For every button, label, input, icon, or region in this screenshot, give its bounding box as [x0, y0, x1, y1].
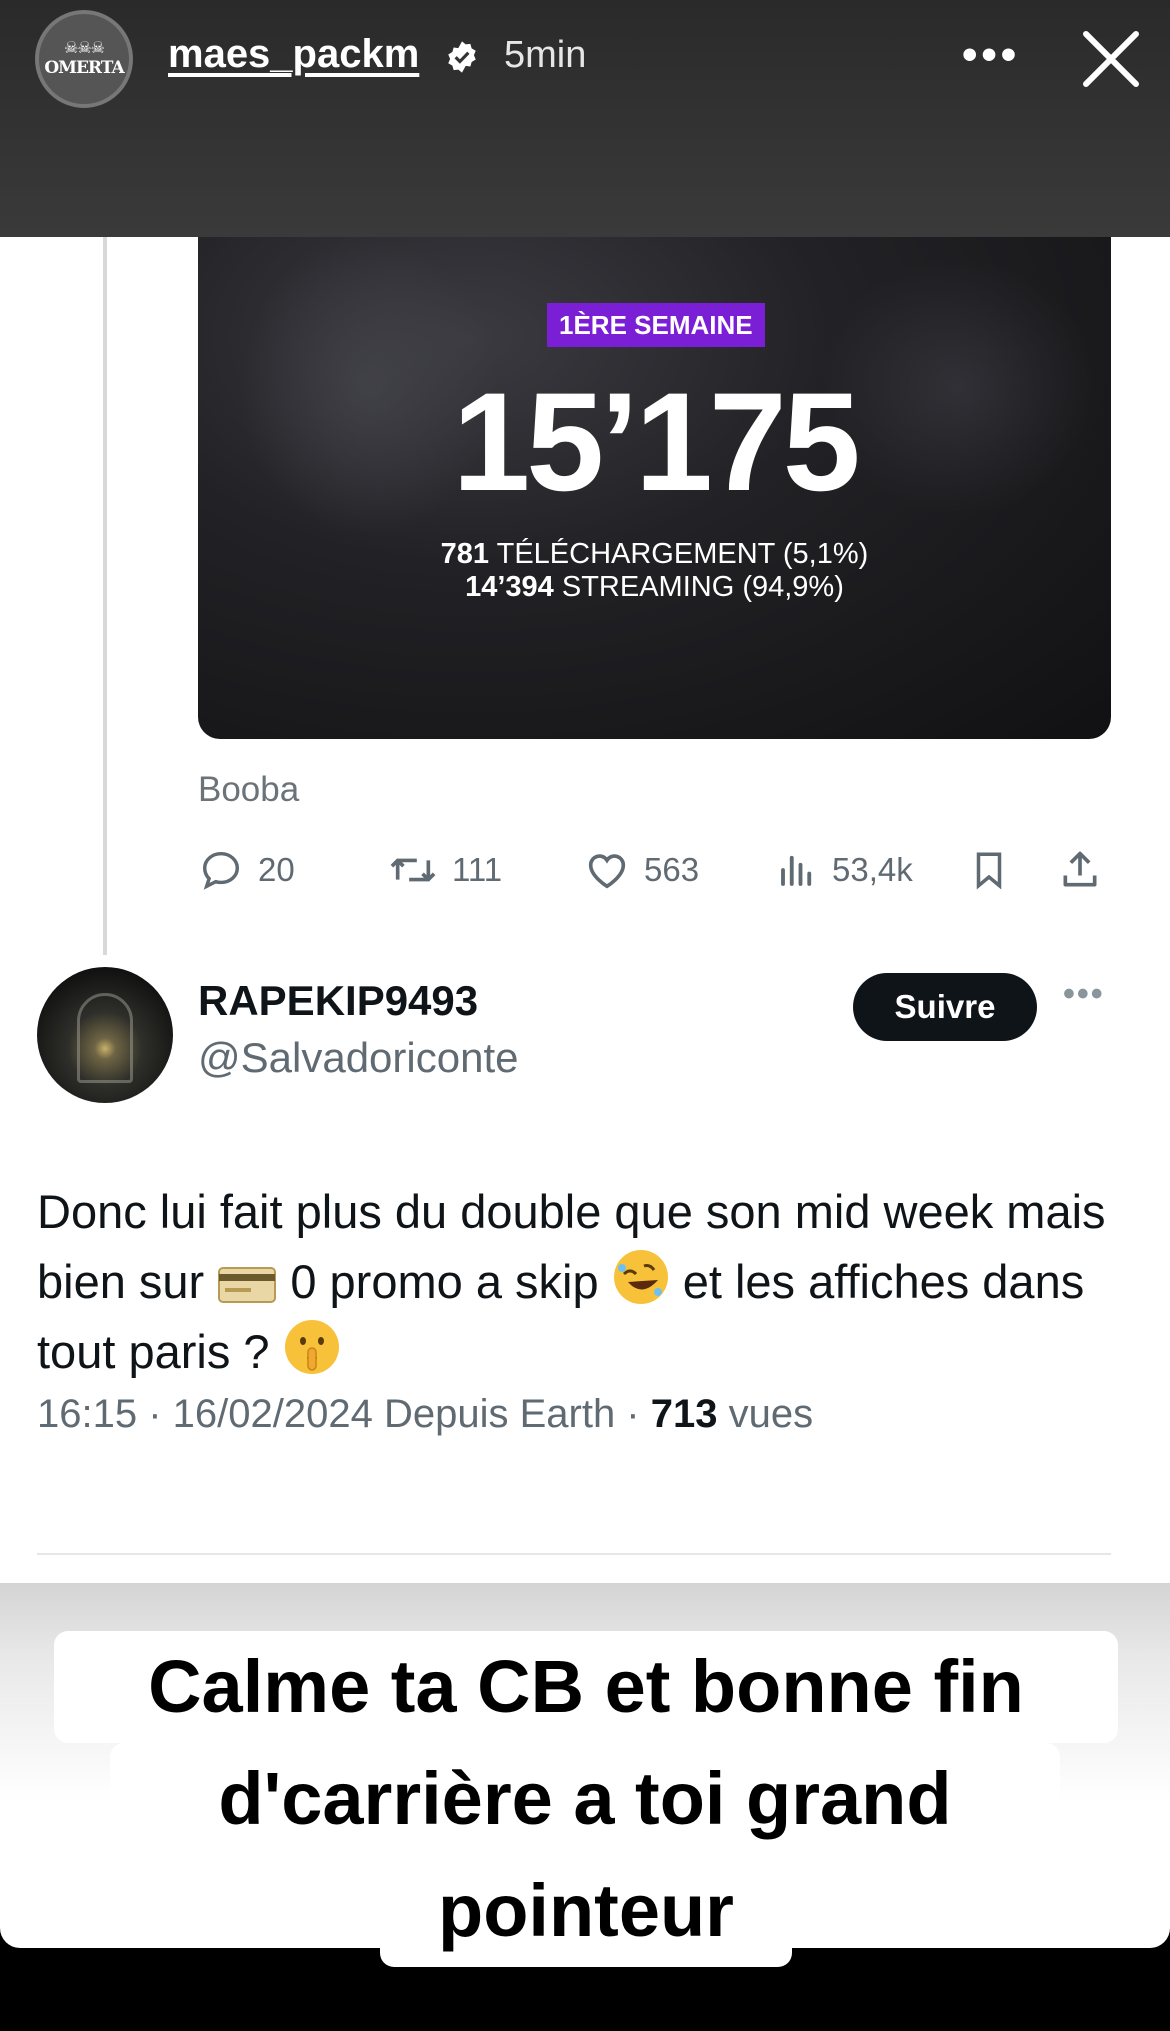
first-week-badge: 1ÈRE SEMAINE: [547, 303, 765, 347]
reply-handle[interactable]: @Salvadoriconte: [198, 1034, 518, 1082]
heart-icon: [588, 854, 626, 889]
caption-line-2: d'carrière a toi grand: [110, 1743, 1060, 1855]
retweet-icon: [390, 858, 436, 882]
retweet-count: 111: [452, 851, 503, 888]
reply-text-part2: 0 promo a skip: [277, 1255, 612, 1308]
streaming-value: 14’394: [465, 571, 554, 603]
avatar-brand-text: OMERTA: [44, 58, 124, 78]
story-username[interactable]: maes_packm: [168, 32, 419, 77]
credit-card-emoji: [218, 1267, 277, 1303]
like-action[interactable]: 563: [584, 845, 699, 895]
divider: [37, 1553, 1111, 1555]
reply-action[interactable]: 20: [198, 845, 295, 895]
verified-badge-icon: [448, 41, 476, 73]
more-options-icon[interactable]: •••: [962, 30, 1020, 80]
share-action[interactable]: [1058, 845, 1116, 895]
shushing-face-emoji: [284, 1320, 339, 1374]
reply-timestamp-source: 16:15 · 16/02/2024 Depuis Earth ·: [37, 1392, 651, 1436]
reply-more-icon[interactable]: •••: [1063, 975, 1105, 1014]
close-icon[interactable]: [1080, 28, 1142, 90]
story-header: ☠☠☠ OMERTA maes_packm 5min •••: [0, 0, 1170, 237]
story-avatar[interactable]: ☠☠☠ OMERTA: [35, 10, 133, 108]
reply-view-count: 713: [650, 1392, 718, 1436]
downloads-stat: 781 TÉLÉCHARGEMENT (5,1%): [198, 537, 1111, 571]
reply-meta: 16:15 · 16/02/2024 Depuis Earth · 713 vu…: [37, 1392, 813, 1437]
share-icon: [1063, 851, 1097, 887]
follow-button[interactable]: Suivre: [853, 973, 1037, 1041]
bookmark-icon: [976, 852, 1002, 890]
bookmark-action[interactable]: [968, 845, 1024, 895]
caption-line-1: Calme ta CB et bonne fin: [54, 1631, 1118, 1743]
story-time: 5min: [504, 34, 587, 76]
tweet-media-image[interactable]: 1ÈRE SEMAINE 15’175 781 TÉLÉCHARGEMENT (…: [198, 237, 1111, 739]
media-source-label: Booba: [198, 770, 300, 809]
views-action[interactable]: 53,4k: [776, 845, 913, 895]
views-chart-icon: [781, 855, 812, 886]
reply-views-label: vues: [717, 1392, 814, 1436]
reply-user-avatar[interactable]: [37, 967, 173, 1103]
tweet-screenshot: 1ÈRE SEMAINE 15’175 781 TÉLÉCHARGEMENT (…: [0, 237, 1170, 1583]
streaming-stat: 14’394 STREAMING (94,9%): [198, 570, 1111, 604]
caption-line-3: pointeur: [380, 1855, 792, 1967]
sales-total: 15’175: [452, 363, 860, 520]
reply-text: Donc lui fait plus du double que son mid…: [37, 1177, 1137, 1387]
retweet-action[interactable]: 111: [388, 845, 502, 895]
reply-display-name[interactable]: RAPEKIP9493: [198, 977, 478, 1025]
reply-icon: [202, 851, 240, 890]
streaming-label: STREAMING (94,9%): [561, 571, 844, 603]
like-count: 563: [644, 851, 700, 888]
downloads-value: 781: [440, 538, 490, 570]
rolling-laughing-emoji: [613, 1250, 668, 1304]
thread-line: [103, 237, 107, 955]
avatar-skulls: ☠☠☠: [63, 40, 105, 57]
reply-count: 20: [258, 851, 295, 888]
views-count: 53,4k: [832, 851, 913, 888]
downloads-label: TÉLÉCHARGEMENT (5,1%): [496, 538, 869, 570]
